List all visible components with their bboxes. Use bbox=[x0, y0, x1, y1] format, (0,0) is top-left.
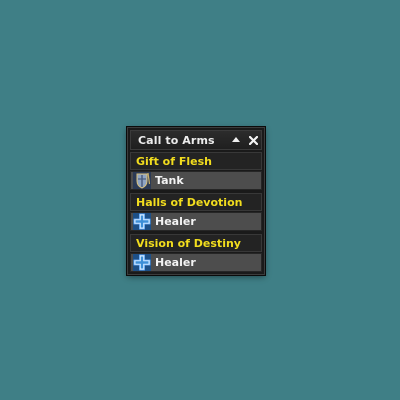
role-label: Healer bbox=[155, 215, 196, 228]
call-to-arms-panel: Call to Arms Gift of Flesh Tank Halls of… bbox=[127, 127, 265, 275]
collapse-button[interactable] bbox=[229, 132, 243, 148]
role-row[interactable]: Healer bbox=[130, 212, 262, 231]
panel-title: Call to Arms bbox=[138, 134, 215, 147]
close-button[interactable] bbox=[246, 132, 260, 148]
cross-icon bbox=[133, 213, 151, 230]
dungeon-name: Vision of Destiny bbox=[136, 237, 241, 250]
dungeon-name: Gift of Flesh bbox=[136, 155, 212, 168]
dungeon-entry: Gift of Flesh Tank bbox=[130, 152, 262, 190]
role-label: Healer bbox=[155, 256, 196, 269]
dungeon-entry: Halls of Devotion Healer bbox=[130, 193, 262, 231]
cross-icon bbox=[133, 254, 151, 271]
dungeon-name: Halls of Devotion bbox=[136, 196, 243, 209]
role-label: Tank bbox=[155, 174, 184, 187]
dungeon-header[interactable]: Halls of Devotion bbox=[130, 193, 262, 211]
dungeon-entry: Vision of Destiny Healer bbox=[130, 234, 262, 272]
panel-titlebar[interactable]: Call to Arms bbox=[130, 130, 262, 150]
close-icon bbox=[248, 136, 258, 145]
dungeon-header[interactable]: Gift of Flesh bbox=[130, 152, 262, 170]
role-row[interactable]: Tank bbox=[130, 171, 262, 190]
role-row[interactable]: Healer bbox=[130, 253, 262, 272]
shield-icon bbox=[133, 172, 151, 189]
chevron-up-icon bbox=[232, 137, 240, 142]
dungeon-header[interactable]: Vision of Destiny bbox=[130, 234, 262, 252]
